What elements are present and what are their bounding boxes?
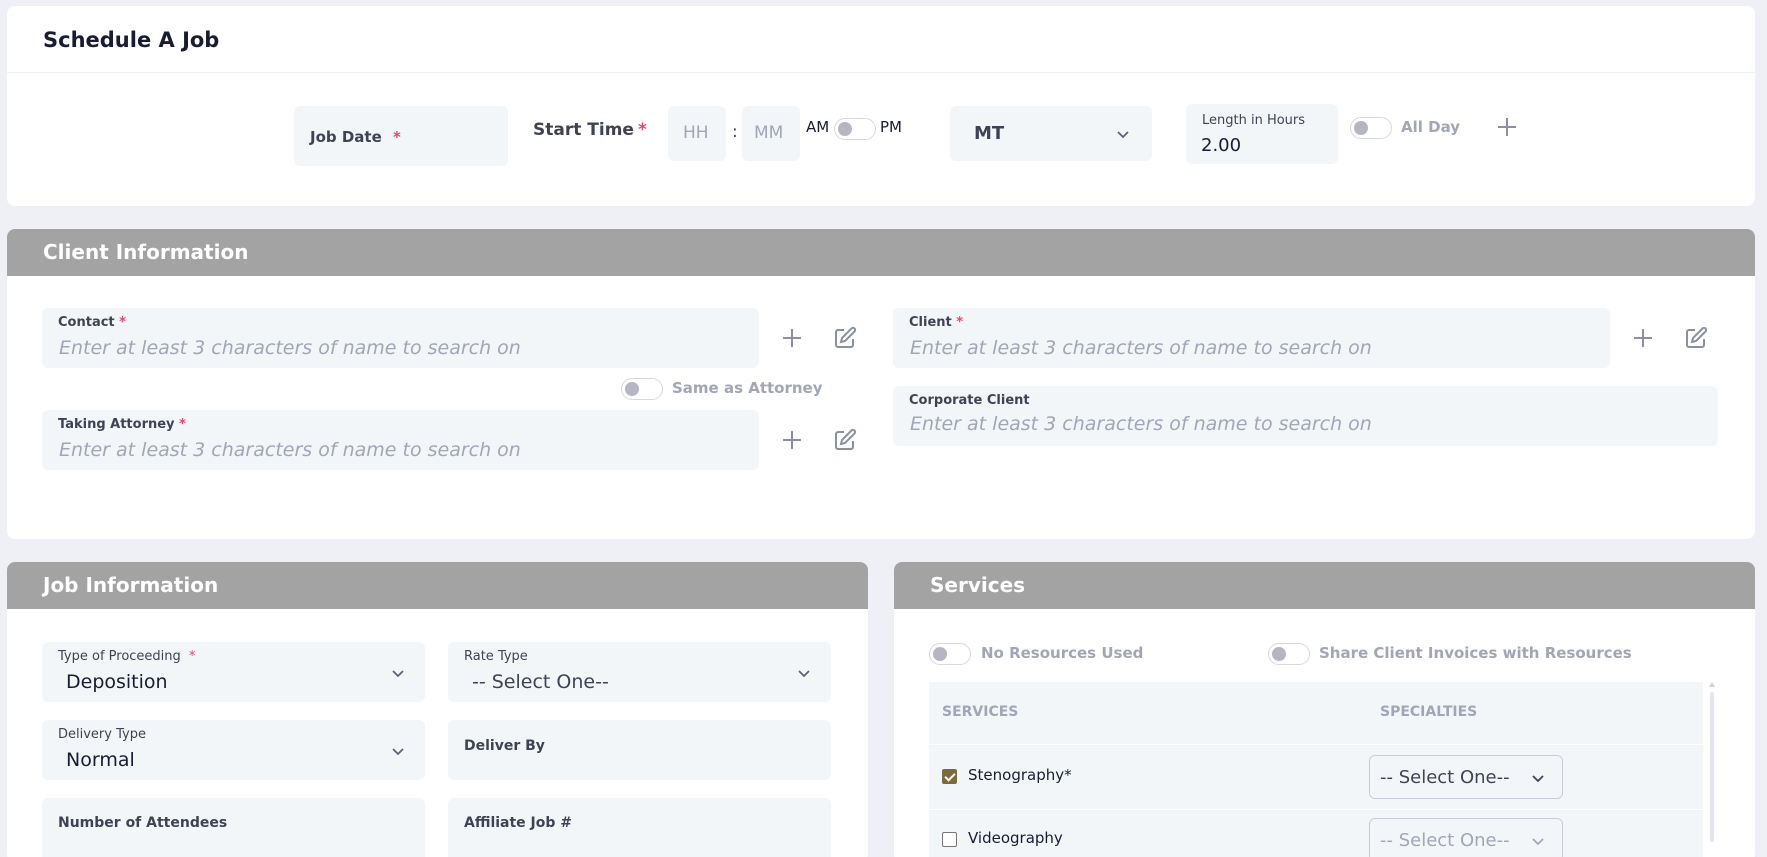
services-header: Services — [894, 562, 1755, 609]
taking-attorney-label: Taking Attorney * — [58, 417, 186, 432]
deliver-by-field[interactable]: Deliver By — [448, 720, 831, 780]
services-scrollbar[interactable] — [1708, 682, 1716, 842]
length-value: 2.00 — [1201, 135, 1242, 156]
client-information-card: Client Information Contact * Enter at le… — [7, 229, 1755, 539]
add-time-slot-icon[interactable] — [1496, 116, 1518, 138]
delivery-type-value: Normal — [66, 749, 135, 771]
share-invoices-label: Share Client Invoices with Resources — [1319, 644, 1632, 662]
specialty-value: -- Select One-- — [1380, 830, 1510, 851]
hour-placeholder: HH — [683, 123, 709, 143]
chevron-down-icon — [392, 748, 404, 756]
client-placeholder: Enter at least 3 characters of name to s… — [910, 337, 1372, 359]
scrollbar-track — [1709, 682, 1715, 842]
minute-input[interactable]: MM — [742, 106, 800, 161]
stenography-checkbox[interactable] — [942, 769, 957, 784]
chevron-down-icon — [798, 670, 810, 678]
taking-attorney-placeholder: Enter at least 3 characters of name to s… — [59, 439, 521, 461]
type-of-proceeding-label: Type of Proceeding * — [58, 649, 196, 664]
services-column-header: SERVICES — [942, 704, 1019, 720]
affiliate-job-field[interactable]: Affiliate Job # — [448, 798, 831, 857]
service-name: Videography — [968, 829, 1063, 847]
share-invoices-toggle[interactable] — [1268, 643, 1310, 665]
rate-type-label: Rate Type — [464, 649, 528, 664]
am-pm-toggle[interactable] — [834, 118, 876, 140]
taking-attorney-field[interactable]: Taking Attorney * Enter at least 3 chara… — [42, 410, 759, 470]
timezone-select[interactable]: MT — [950, 106, 1152, 161]
specialty-select[interactable]: -- Select One-- — [1369, 818, 1563, 857]
type-of-proceeding-value: Deposition — [66, 671, 168, 693]
contact-placeholder: Enter at least 3 characters of name to s… — [59, 337, 521, 359]
specialty-select[interactable]: -- Select One-- — [1369, 755, 1563, 799]
add-contact-icon[interactable] — [781, 327, 803, 349]
client-information-header: Client Information — [7, 229, 1755, 276]
hour-input[interactable]: HH — [668, 106, 726, 161]
table-row: Stenography* -- Select One-- — [929, 745, 1703, 809]
job-date-field[interactable]: Job Date * — [294, 106, 508, 166]
videography-checkbox[interactable] — [942, 832, 957, 847]
corporate-client-placeholder: Enter at least 3 characters of name to s… — [910, 413, 1372, 435]
number-of-attendees-label: Number of Attendees — [58, 815, 228, 831]
start-time-label: Start Time * — [533, 120, 647, 140]
no-resources-label: No Resources Used — [981, 644, 1144, 662]
time-separator: : — [732, 122, 738, 142]
delivery-type-label: Delivery Type — [58, 727, 146, 742]
all-day-label: All Day — [1401, 118, 1461, 136]
page-title: Schedule A Job — [43, 28, 220, 52]
same-as-attorney-toggle[interactable] — [621, 378, 663, 400]
am-label: AM — [806, 118, 830, 136]
service-name: Stenography* — [968, 766, 1072, 784]
contact-label: Contact * — [58, 315, 126, 330]
edit-attorney-icon[interactable] — [833, 428, 857, 452]
minute-placeholder: MM — [754, 123, 784, 143]
add-client-icon[interactable] — [1632, 327, 1654, 349]
same-as-attorney-label: Same as Attorney — [672, 379, 823, 397]
affiliate-job-label: Affiliate Job # — [464, 815, 573, 831]
timezone-value: MT — [974, 123, 1005, 144]
corporate-client-label: Corporate Client — [909, 393, 1030, 408]
divider — [7, 72, 1755, 73]
table-row: Videography -- Select One-- — [929, 810, 1703, 857]
chevron-down-icon — [1532, 838, 1544, 846]
pm-label: PM — [880, 118, 902, 136]
rate-type-value: -- Select One-- — [472, 671, 609, 693]
contact-field[interactable]: Contact * Enter at least 3 characters of… — [42, 308, 759, 368]
deliver-by-label: Deliver By — [464, 738, 545, 754]
edit-client-icon[interactable] — [1684, 326, 1708, 350]
client-field[interactable]: Client * Enter at least 3 characters of … — [893, 308, 1610, 368]
specialty-value: -- Select One-- — [1380, 767, 1510, 788]
number-of-attendees-field[interactable]: Number of Attendees — [42, 798, 425, 857]
no-resources-toggle[interactable] — [929, 643, 971, 665]
corporate-client-field[interactable]: Corporate Client Enter at least 3 charac… — [893, 386, 1718, 446]
length-label: Length in Hours — [1202, 113, 1306, 128]
edit-contact-icon[interactable] — [833, 326, 857, 350]
job-information-card: Job Information Type of Proceeding * Dep… — [7, 562, 868, 857]
chevron-down-icon — [1532, 775, 1544, 783]
client-label: Client * — [909, 315, 964, 330]
length-in-hours-field[interactable]: Length in Hours 2.00 — [1186, 104, 1338, 164]
specialties-column-header: SPECIALTIES — [1380, 704, 1478, 720]
add-attorney-icon[interactable] — [781, 429, 803, 451]
schedule-job-card: Schedule A Job Job Date * Start Time * HH… — [7, 6, 1755, 206]
delivery-type-select[interactable]: Delivery Type Normal — [42, 720, 425, 780]
chevron-down-icon — [392, 670, 404, 678]
type-of-proceeding-select[interactable]: Type of Proceeding * Deposition — [42, 642, 425, 702]
services-table: SERVICES SPECIALTIES Stenography* -- Sel… — [929, 682, 1703, 857]
all-day-toggle[interactable] — [1350, 117, 1392, 139]
services-card: Services No Resources Used Share Client … — [894, 562, 1755, 857]
job-date-label: Job Date * — [310, 128, 401, 146]
chevron-down-icon — [1117, 131, 1129, 139]
job-information-header: Job Information — [7, 562, 868, 609]
rate-type-select[interactable]: Rate Type -- Select One-- — [448, 642, 831, 702]
